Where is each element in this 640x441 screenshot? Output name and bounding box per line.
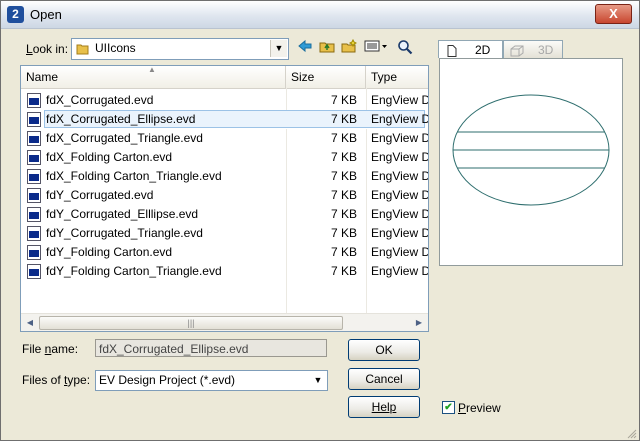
file-list-header: Name ▲ Size Type [21, 66, 428, 89]
file-name-cell: fdY_Corrugated_Triangle.evd [46, 226, 203, 240]
file-row[interactable]: fdY_Corrugated.evd 7 KB EngView D [21, 186, 428, 205]
column-header-size[interactable]: Size [286, 66, 366, 88]
evd-file-icon [27, 150, 41, 165]
file-type-value: EV Design Project (*.evd) [99, 373, 236, 387]
file-type-cell: EngView D [371, 131, 428, 145]
file-size-cell: 7 KB [330, 93, 357, 107]
file-size-cell: 7 KB [330, 169, 357, 183]
file-size-cell: 7 KB [330, 264, 357, 278]
folder-icon [76, 42, 89, 55]
preview-pane [439, 58, 623, 266]
file-size-cell: 7 KB [330, 226, 357, 240]
file-name-cell: fdY_Corrugated.evd [46, 188, 154, 202]
help-label: Help [371, 400, 397, 414]
file-name-cell: fdY_Folding Carton.evd [46, 245, 173, 259]
sort-up-icon: ▲ [148, 65, 156, 74]
title-bar[interactable]: 2 Open X [1, 1, 639, 29]
look-in-label: Look in: [26, 42, 69, 56]
evd-file-icon [27, 264, 41, 279]
chevron-down-icon[interactable]: ▼ [270, 40, 287, 57]
file-row[interactable]: fdX_Folding Carton_Triangle.evd 7 KB EngVi… [21, 167, 428, 186]
file-row[interactable]: fdY_Folding Carton.evd 7 KB EngView D [21, 243, 428, 262]
file-row[interactable]: fdY_Corrugated_Elllipse.evd 7 KB EngView D [21, 205, 428, 224]
cancel-button[interactable]: Cancel [348, 368, 420, 390]
tab-3d[interactable]: 3D [503, 40, 563, 58]
file-name-cell: fdY_Folding Carton_Triangle.evd [46, 264, 222, 278]
window-title: Open [30, 7, 62, 22]
look-in-combo[interactable]: UIIcons ▼ [71, 38, 289, 60]
scroll-thumb[interactable]: ||| [39, 316, 343, 330]
file-type-cell: EngView D [371, 226, 428, 240]
check-icon: ✔ [444, 402, 453, 413]
file-size-cell: 7 KB [330, 188, 357, 202]
evd-file-icon [27, 226, 41, 241]
ellipse-preview [452, 94, 610, 206]
file-name-cell: fdX_Corrugated_Triangle.evd [46, 131, 203, 145]
file-size-cell: 7 KB [330, 150, 357, 164]
file-type-cell: EngView D [371, 245, 428, 259]
file-type-cell: EngView D [371, 207, 428, 221]
column-header-name[interactable]: Name ▲ [21, 66, 286, 88]
column-type-label: Type [371, 70, 398, 84]
new-folder-icon[interactable] [338, 38, 360, 59]
file-type-cell: EngView D [371, 169, 428, 183]
scroll-right-icon[interactable]: ▶ [411, 315, 427, 330]
file-type-cell: EngView D [371, 188, 428, 202]
file-type-cell: EngView D [371, 112, 428, 126]
file-row[interactable]: fdY_Corrugated_Triangle.evd 7 KB EngView D [21, 224, 428, 243]
file-name-cell: fdX_Folding Carton.evd [46, 150, 173, 164]
file-type-cell: EngView D [371, 150, 428, 164]
file-type-label: Files of type: [22, 373, 91, 387]
evd-file-icon [27, 188, 41, 203]
search-icon[interactable] [394, 39, 416, 59]
file-name-cell: fdY_Corrugated_Elllipse.evd [46, 207, 199, 221]
file-name-field[interactable]: fdX_Corrugated_Ellipse.evd [95, 339, 327, 357]
file-name-cell: fdX_Folding Carton_Triangle.evd [46, 169, 222, 183]
file-list[interactable]: Name ▲ Size Type fdX_Corrugated.evd 7 KB E… [20, 65, 429, 332]
view-menu-icon[interactable] [362, 39, 390, 59]
back-arrow-icon[interactable] [294, 39, 316, 59]
file-row[interactable]: fdX_Corrugated.evd 7 KB EngView D [21, 91, 428, 110]
file-name-cell: fdX_Corrugated_Ellipse.evd [46, 112, 196, 126]
file-size-cell: 7 KB [330, 207, 357, 221]
file-row[interactable]: fdX_Folding Carton.evd 7 KB EngView D [21, 148, 428, 167]
tab-3d-label: 3D [538, 43, 554, 57]
file-row[interactable]: fdY_Folding Carton_Triangle.evd 7 KB EngVi… [21, 262, 428, 281]
close-button[interactable]: X [595, 4, 632, 24]
resize-grip-icon[interactable] [627, 428, 637, 439]
file-size-cell: 7 KB [330, 245, 357, 259]
file-type-cell: EngView D [371, 264, 428, 278]
evd-file-icon [27, 131, 41, 146]
column-size-label: Size [291, 70, 315, 84]
evd-file-icon [27, 93, 41, 108]
file-row[interactable]: fdX_Corrugated_Triangle.evd 7 KB EngView D [21, 129, 428, 148]
app-icon: 2 [7, 6, 24, 23]
column-header-type[interactable]: Type [366, 66, 428, 88]
preview-label: Preview [458, 401, 501, 415]
open-dialog: 2 Open X Look in: UIIcons ▼ Name ▲ Size … [0, 0, 640, 441]
up-folder-icon[interactable] [316, 39, 338, 59]
tab-2d[interactable]: 2D [438, 40, 503, 58]
look-in-value: UIIcons [95, 41, 136, 55]
file-row[interactable]: fdX_Corrugated_Ellipse.evd 7 KB EngView D [21, 110, 428, 129]
ok-button[interactable]: OK [348, 339, 420, 361]
file-type-combo[interactable]: EV Design Project (*.evd) ▼ [95, 370, 328, 391]
evd-file-icon [27, 169, 41, 184]
evd-file-icon [27, 245, 41, 260]
file-size-cell: 7 KB [330, 112, 357, 126]
chevron-down-icon[interactable]: ▼ [310, 372, 326, 388]
horizontal-scrollbar[interactable]: ◀ ||| ▶ [21, 313, 428, 331]
evd-file-icon [27, 112, 41, 127]
file-type-cell: EngView D [371, 93, 428, 107]
file-size-cell: 7 KB [330, 131, 357, 145]
file-name-cell: fdX_Corrugated.evd [46, 93, 154, 107]
tab-2d-label: 2D [475, 43, 491, 57]
column-name-label: Name [26, 70, 59, 84]
help-button[interactable]: Help [348, 396, 420, 418]
preview-checkbox[interactable]: ✔ [442, 401, 455, 414]
evd-file-icon [27, 207, 41, 222]
file-name-label: File name: [22, 342, 79, 356]
scroll-left-icon[interactable]: ◀ [22, 315, 38, 330]
